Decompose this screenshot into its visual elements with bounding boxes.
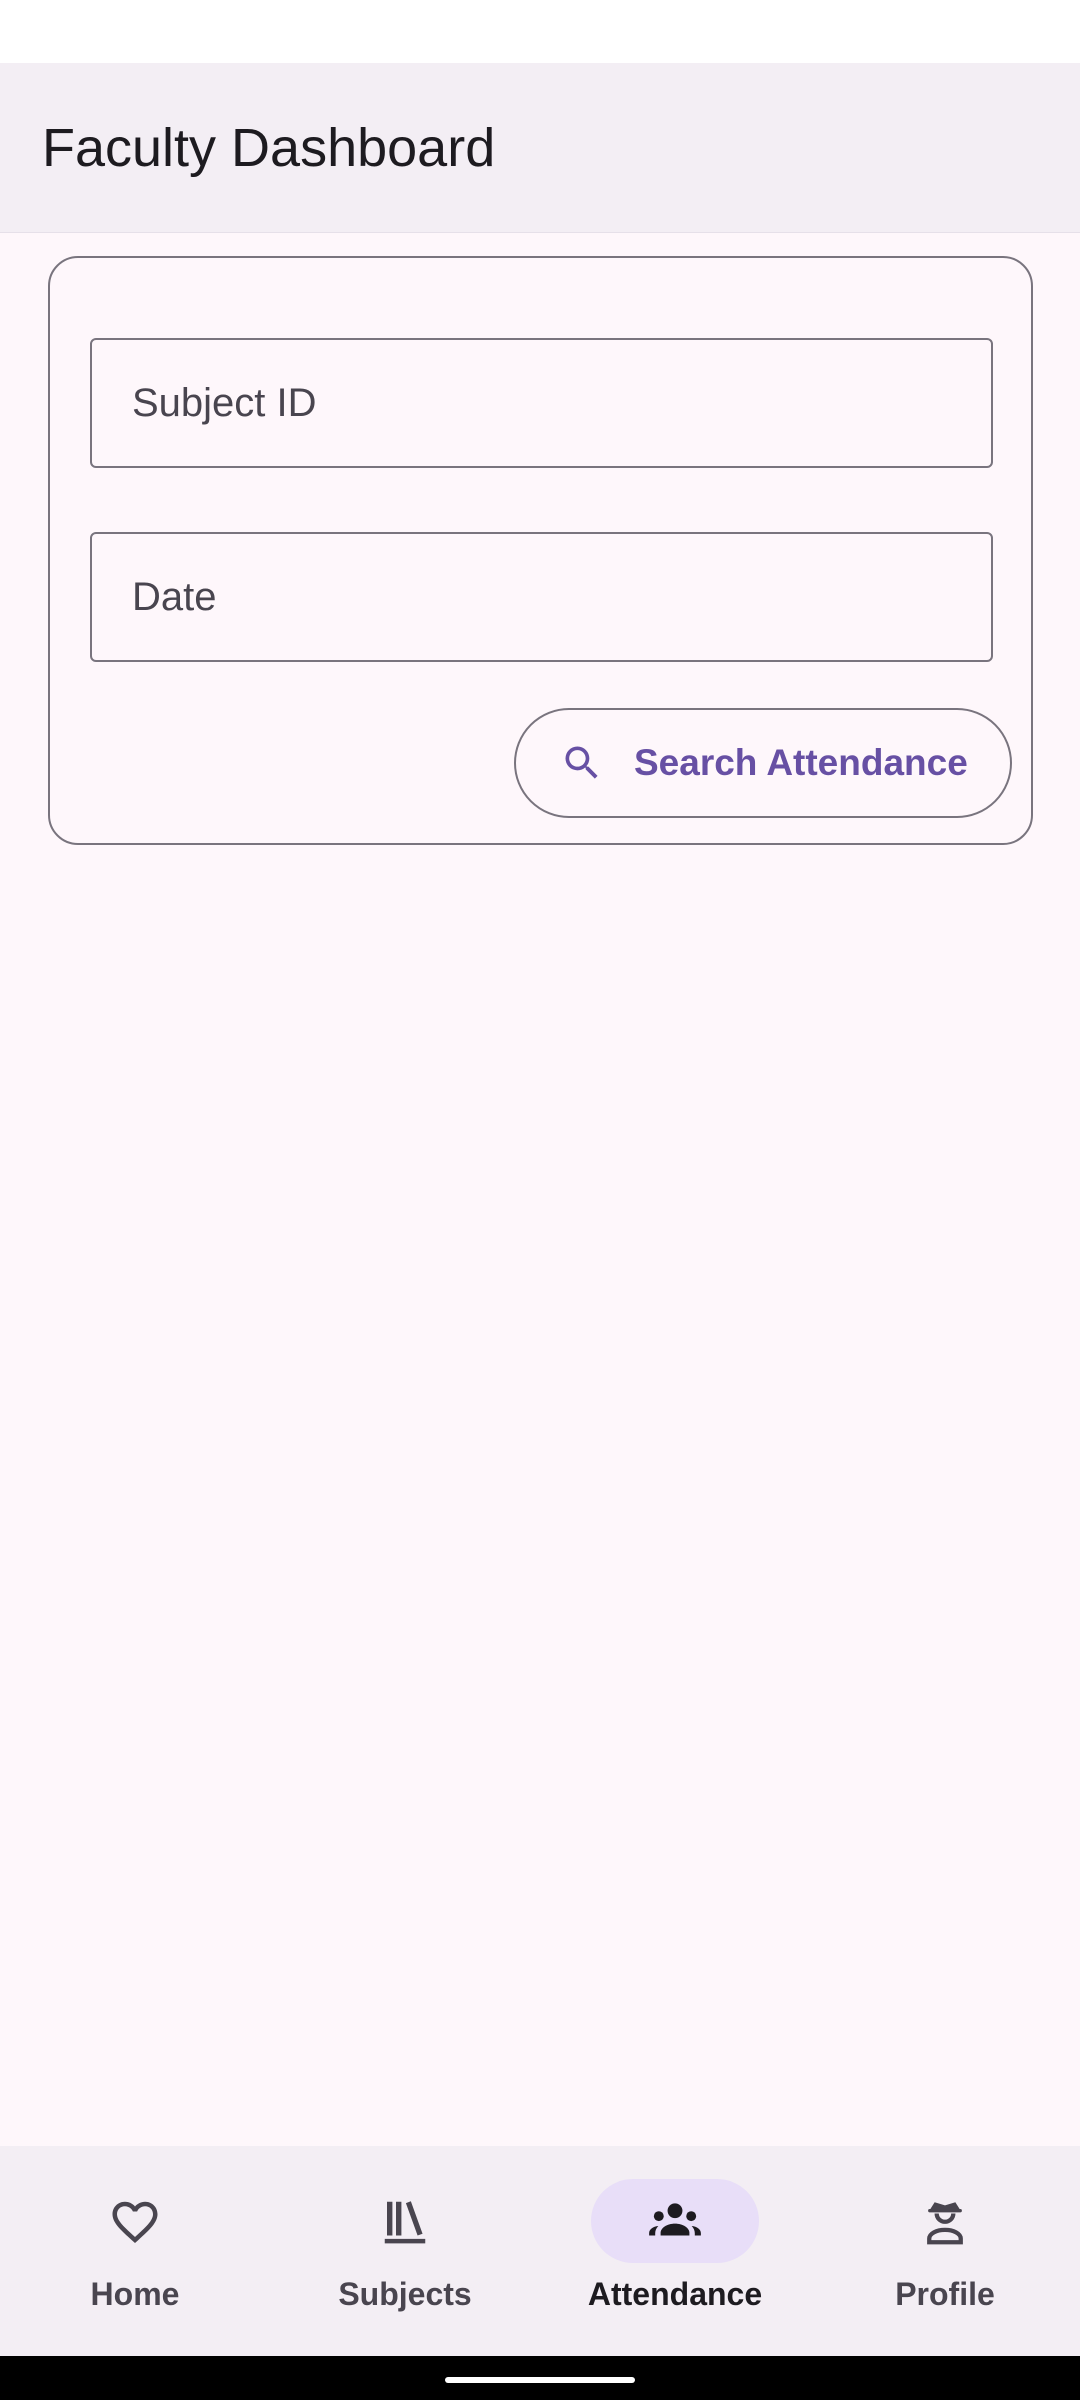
nav-label-home: Home <box>90 2276 180 2312</box>
nav-item-attendance[interactable]: Attendance <box>540 2146 810 2356</box>
date-field[interactable] <box>90 532 993 662</box>
date-input[interactable] <box>92 534 991 660</box>
search-icon <box>565 746 598 779</box>
nav-item-subjects[interactable]: Subjects <box>270 2146 540 2356</box>
status-bar <box>0 0 1080 63</box>
search-attendance-button[interactable]: Search Attendance <box>514 708 1012 818</box>
nav-label-profile: Profile <box>895 2276 995 2312</box>
home-gesture-handle[interactable] <box>445 2377 635 2383</box>
nav-item-home[interactable]: Home <box>0 2146 270 2356</box>
search-card: Search Attendance <box>48 256 1033 845</box>
bottom-navigation: Home Subjects Attendance Profile <box>0 2146 1080 2356</box>
heart-icon <box>112 2201 158 2244</box>
subject-id-input[interactable] <box>92 340 991 466</box>
person-with-hat-icon <box>927 2202 963 2245</box>
library-books-icon <box>384 2201 426 2244</box>
system-navigation-bar <box>0 2356 1080 2400</box>
nav-label-attendance: Attendance <box>587 2276 763 2312</box>
page-title: Faculty Dashboard <box>42 118 496 178</box>
groups-icon <box>649 2203 701 2236</box>
subject-id-field[interactable] <box>90 338 993 468</box>
nav-item-profile[interactable]: Profile <box>810 2146 1080 2356</box>
search-attendance-label: Search Attendance <box>634 742 968 783</box>
app-bar: Faculty Dashboard <box>0 63 1080 233</box>
nav-label-subjects: Subjects <box>338 2276 472 2312</box>
